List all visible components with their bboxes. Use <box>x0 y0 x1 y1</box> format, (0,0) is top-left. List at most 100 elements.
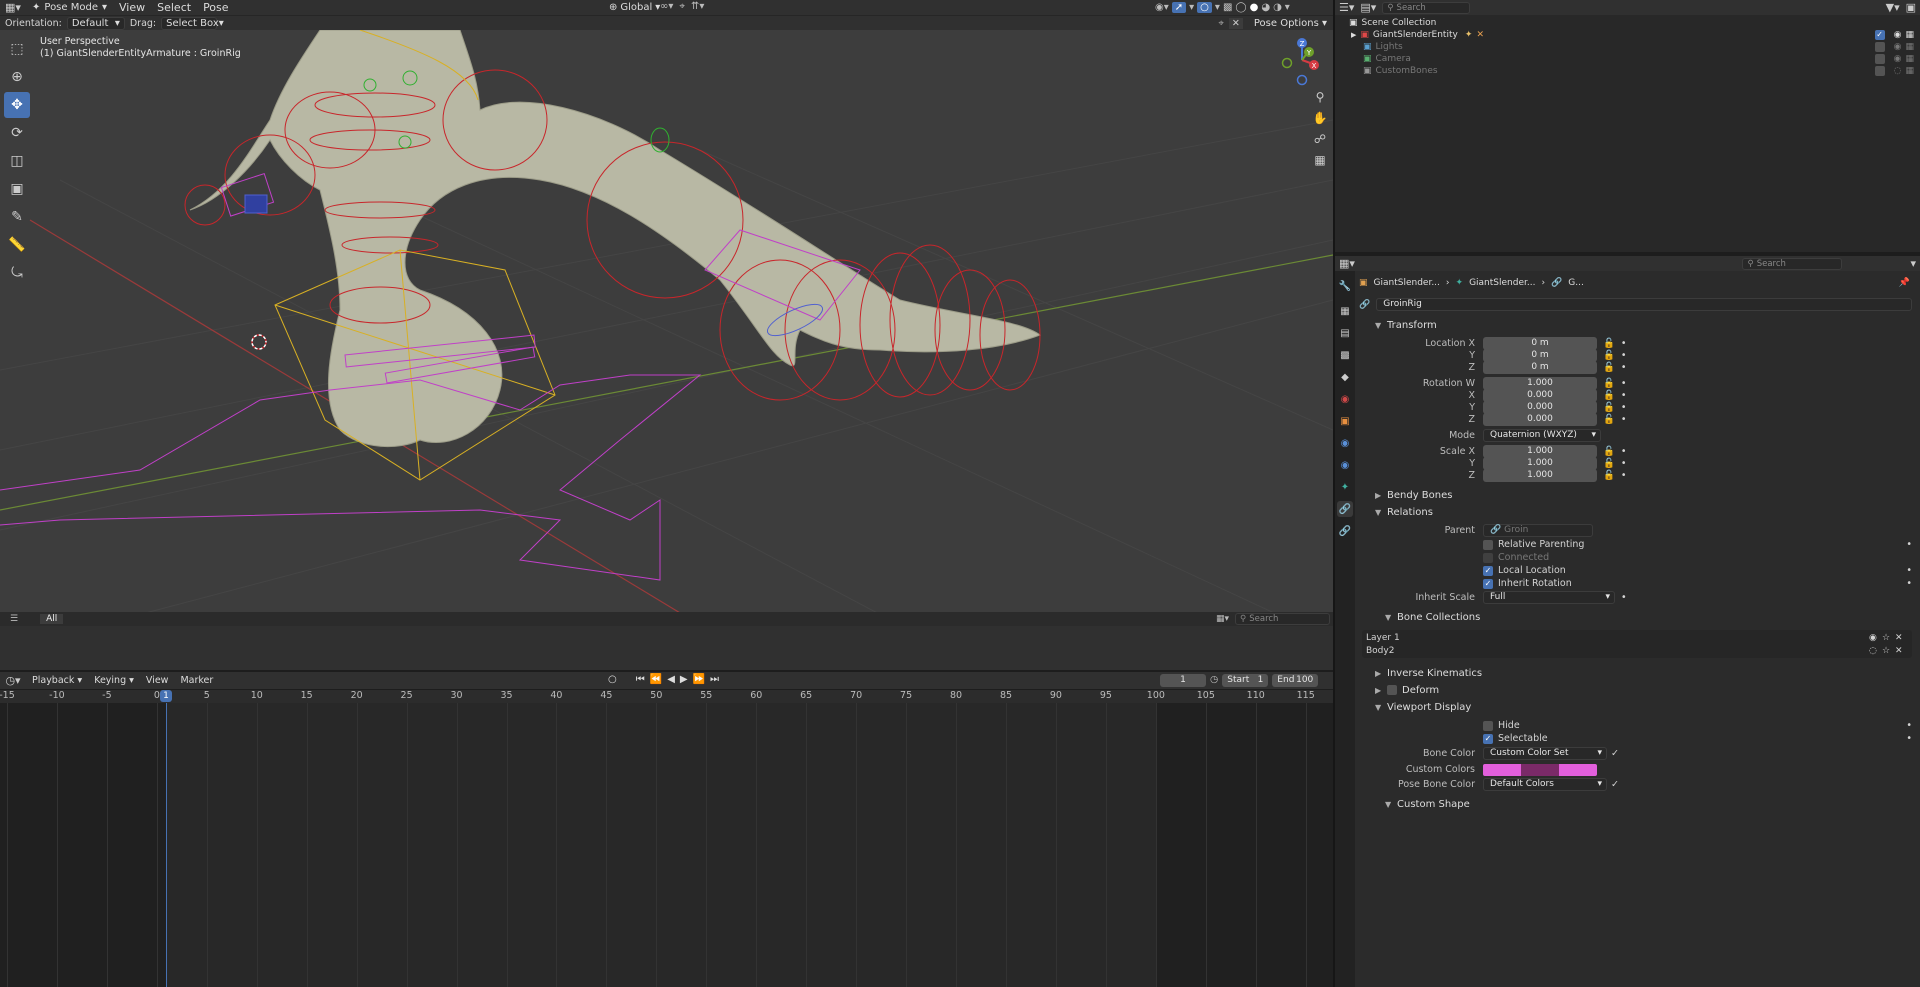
eye-hidden-icon[interactable]: ◌ <box>1894 66 1902 76</box>
rotate-tool-icon[interactable]: ⟳ <box>4 120 30 146</box>
camera-render-icon[interactable]: ▦ <box>1905 30 1914 40</box>
orientation-dropdown[interactable]: Default ▾ <box>66 16 125 30</box>
move-tool-icon[interactable]: ✥ <box>4 92 30 118</box>
material-shading-icon[interactable]: ◕ <box>1261 2 1270 13</box>
pose-options-dropdown[interactable]: Pose Options ▾ <box>1248 17 1333 30</box>
lock-icon[interactable]: 🔓 <box>1603 414 1615 425</box>
record-icon[interactable]: ○ <box>608 674 617 685</box>
cursor-tool-icon[interactable]: ⊕ <box>4 64 30 90</box>
exclude-checkbox[interactable] <box>1874 66 1885 76</box>
viewport-3d[interactable]: ⬚ ⊕ ✥ ⟳ ◫ ▣ ✎ 📏 ⤿ User Perspective (1) G… <box>0 30 1333 612</box>
physics-tab-icon[interactable]: ◉ <box>1337 457 1353 473</box>
clock-icon[interactable]: ◷ <box>1210 674 1218 687</box>
jump-end-icon[interactable]: ⏭ <box>710 674 719 685</box>
keyframe-dot-icon[interactable]: • <box>1621 362 1627 373</box>
outliner-item-custombones[interactable]: ▣ CustomBones ◌ ▦ <box>1335 65 1920 77</box>
transform-panel-header[interactable]: ▼ Transform <box>1375 316 1912 334</box>
keyframe-dot-icon[interactable]: • <box>1621 414 1627 425</box>
pan-hand-icon[interactable]: ✋ <box>1310 109 1330 127</box>
scale-z-field[interactable]: 1.000 <box>1483 469 1597 482</box>
breadcrumb-bone[interactable]: G... <box>1568 278 1584 288</box>
render-tab-icon[interactable]: ▦ <box>1337 303 1353 319</box>
inverse-kinematics-panel-header[interactable]: ▶ Inverse Kinematics <box>1375 664 1912 682</box>
camera-render-icon[interactable]: ▦ <box>1905 42 1914 52</box>
rendered-shading-icon[interactable]: ◑ <box>1273 2 1282 13</box>
pin-icon[interactable]: 📌 <box>1899 278 1910 288</box>
outliner-search-input[interactable]: ⚲ Search <box>1382 1 1471 14</box>
menu-marker[interactable]: Marker <box>174 675 219 686</box>
current-frame-field[interactable]: 1 <box>1160 674 1206 687</box>
timeline-ruler[interactable]: -15 -10 -5 0 5 10 15 20 25 30 35 40 45 50 55 60 65 70 75 80… <box>0 690 1333 703</box>
link-icon[interactable]: ∞▾ <box>660 1 673 14</box>
location-z-field[interactable]: 0 m <box>1483 361 1597 374</box>
breadcrumb-armature[interactable]: GiantSlender... <box>1469 278 1535 288</box>
keyframe-dot-icon[interactable]: • <box>1906 565 1912 576</box>
hide-checkbox[interactable] <box>1483 720 1493 731</box>
transform-tool-icon[interactable]: ▣ <box>4 176 30 202</box>
inherit-rotation-row[interactable]: ✓ Inherit Rotation • <box>1375 576 1912 591</box>
menu-timeline-view[interactable]: View <box>140 675 175 686</box>
exclude-checkbox[interactable]: ✓ <box>1874 30 1885 40</box>
custom-shape-subpanel-header[interactable]: ▼ Custom Shape <box>1385 795 1912 813</box>
star-icon[interactable]: ☆ <box>1882 633 1895 643</box>
relax-pose-tool-icon[interactable]: ⤿ <box>4 260 30 286</box>
bone-constraint-tab-icon[interactable]: 🔗 <box>1337 523 1353 539</box>
view-layer-tab-icon[interactable]: ▩ <box>1337 347 1353 363</box>
snap-target-icon[interactable]: ⇈▾ <box>691 1 704 14</box>
selectable-checkbox[interactable]: ✓ <box>1483 733 1493 744</box>
keyframe-dot-icon[interactable]: • <box>1621 592 1627 603</box>
deform-checkbox[interactable] <box>1387 685 1397 695</box>
chevron-down-icon[interactable]: ▾ <box>1910 257 1916 270</box>
lock-icon[interactable]: 🔓 <box>1603 362 1615 373</box>
playhead-marker[interactable]: 1 <box>160 690 172 702</box>
timeline-body[interactable] <box>0 703 1333 987</box>
pose-bone-color-dropdown[interactable]: Default Colors ▾ <box>1483 778 1607 791</box>
relative-parenting-checkbox[interactable] <box>1483 539 1493 550</box>
rotation-mode-dropdown[interactable]: Quaternion (WXYZ) ▾ <box>1483 429 1601 442</box>
expand-arrow-icon[interactable]: ▶ <box>1351 31 1356 39</box>
close-icon[interactable]: ✕ <box>1895 646 1908 656</box>
bone-collection-item[interactable]: Body2 ◌ ☆ ✕ <box>1362 644 1912 657</box>
close-icon[interactable]: ✕ <box>1895 633 1908 643</box>
drag-dropdown[interactable]: Select Box ▾ <box>161 16 224 30</box>
chevron-down-icon[interactable]: ▾ <box>1285 2 1290 13</box>
object-tab-icon[interactable]: ▣ <box>1337 413 1353 429</box>
exclude-checkbox[interactable] <box>1874 54 1885 64</box>
chevron-down-icon[interactable]: ▾ <box>1215 2 1220 13</box>
relations-panel-header[interactable]: ▼ Relations <box>1375 503 1912 521</box>
outliner-item-giantslenderentity[interactable]: ▶ ▣ GiantSlenderEntity ✦ ✕ ✓ ◉ ▦ <box>1335 29 1920 41</box>
menu-keying[interactable]: Keying ▾ <box>88 675 140 686</box>
end-frame-field[interactable]: End 100 <box>1272 674 1319 687</box>
rotation-z-field[interactable]: 0.000 <box>1483 413 1597 426</box>
menu-view[interactable]: View <box>113 1 151 14</box>
output-tab-icon[interactable]: ▤ <box>1337 325 1353 341</box>
local-location-checkbox[interactable]: ✓ <box>1483 565 1493 576</box>
star-icon[interactable]: ☆ <box>1882 646 1895 656</box>
scene-tab-icon[interactable]: ◆ <box>1337 369 1353 385</box>
camera-render-icon[interactable]: ▦ <box>1905 66 1914 76</box>
mode-selector[interactable]: ✦ Pose Mode ▾ <box>26 1 113 14</box>
keyframe-dot-icon[interactable]: • <box>1906 733 1912 744</box>
overlay-icon[interactable]: ○ <box>1197 2 1212 13</box>
eye-hidden-icon[interactable]: ◌ <box>1869 646 1882 656</box>
connected-checkbox[interactable] <box>1483 552 1493 563</box>
menu-playback[interactable]: Playback ▾ <box>26 675 88 686</box>
wireframe-shading-icon[interactable]: ◯ <box>1235 2 1246 13</box>
exclude-checkbox[interactable] <box>1874 42 1885 52</box>
bone-collection-item[interactable]: Layer 1 ◉ ☆ ✕ <box>1362 631 1912 644</box>
annotate-tool-icon[interactable]: ✎ <box>4 204 30 230</box>
next-keyframe-icon[interactable]: ⏩ <box>693 674 705 685</box>
outliner-editor-icon[interactable]: ☰▾ <box>1339 1 1354 14</box>
eye-icon[interactable]: ◉ <box>1894 30 1902 40</box>
keyframe-dot-icon[interactable]: • <box>1906 578 1912 589</box>
keyframe-dot-icon[interactable]: • <box>1906 720 1912 731</box>
eye-icon[interactable]: ◉ <box>1869 633 1882 643</box>
asset-search-input[interactable]: ⚲ Search <box>1235 613 1330 625</box>
new-collection-icon[interactable]: ▣ <box>1906 1 1916 14</box>
scene-collection-row[interactable]: ▣ Scene Collection <box>1335 17 1920 29</box>
start-frame-field[interactable]: Start 1 <box>1222 674 1269 687</box>
outliner-item-lights[interactable]: ▣ Lights ◉ ▦ <box>1335 41 1920 53</box>
bone-tab-icon[interactable]: 🔗 <box>1337 501 1353 517</box>
properties-editor-icon[interactable]: ▦▾ <box>1339 257 1355 270</box>
pivot-snap-group[interactable]: ∞▾ ⌖ ⇈▾ <box>660 1 704 14</box>
